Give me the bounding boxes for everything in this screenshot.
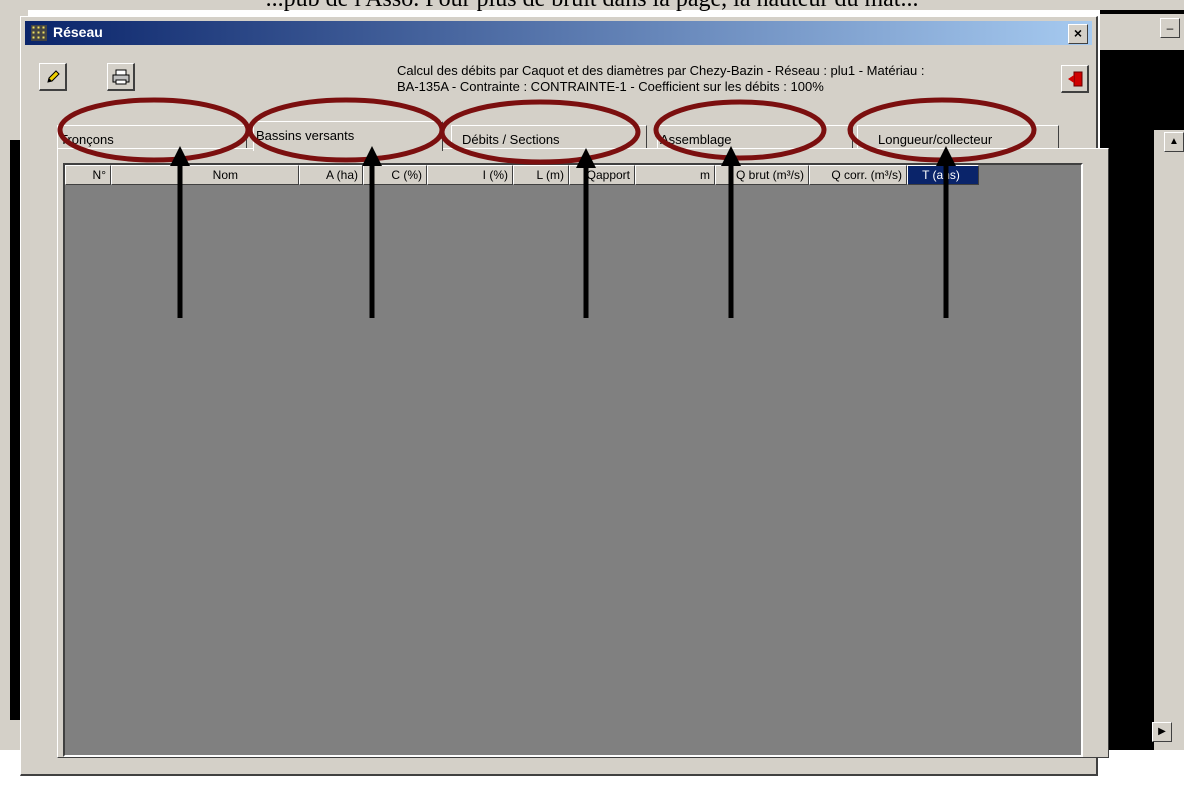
column-header[interactable]: Q corr. (m³/s) — [809, 165, 907, 185]
tab-label: Bassins versants — [256, 128, 355, 143]
app-grid-icon — [31, 25, 47, 41]
column-header[interactable]: Q brut (m³/s) — [715, 165, 809, 185]
tab-label: Assemblage — [660, 132, 732, 147]
window-title: Réseau — [53, 24, 103, 40]
tab-label: Tronçons — [60, 132, 114, 147]
calculation-info: Calcul des débits par Caquot et des diam… — [397, 63, 1057, 95]
column-header[interactable]: C (%) — [363, 165, 427, 185]
scroll-right-icon[interactable]: ▶ — [1152, 722, 1172, 742]
grid-header: N° Nom A (ha) C (%) I (%) L (m) Qapport … — [65, 165, 979, 185]
tab-troncons[interactable]: Tronçons — [57, 125, 247, 149]
tab-label: Longueur/collecteur — [878, 132, 993, 147]
tab-label: Débits / Sections — [462, 132, 560, 147]
column-header[interactable]: A (ha) — [299, 165, 363, 185]
column-header[interactable]: m — [635, 165, 715, 185]
column-header[interactable]: Nom — [111, 165, 299, 185]
tab-longueur-collecteur[interactable]: Longueur/collecteur — [857, 125, 1059, 149]
column-header[interactable]: N° — [65, 165, 111, 185]
tab-assemblage[interactable]: Assemblage — [657, 125, 853, 149]
info-line-1: Calcul des débits par Caquot et des diam… — [397, 63, 925, 78]
tab-debits-sections[interactable]: Débits / Sections — [451, 125, 647, 149]
column-header[interactable]: L (m) — [513, 165, 569, 185]
column-header[interactable]: Qapport — [569, 165, 635, 185]
info-line-2: BA-135A - Contrainte : CONTRAINTE-1 - Co… — [397, 79, 824, 94]
column-header-selected[interactable]: T (ans) — [907, 165, 979, 185]
background-scrollbar[interactable] — [1154, 130, 1184, 750]
reseau-window: Réseau × Calcul des débits par Caquot et… — [20, 16, 1109, 776]
data-grid[interactable]: N° Nom A (ha) C (%) I (%) L (m) Qapport … — [63, 163, 1083, 757]
column-header[interactable]: I (%) — [427, 165, 513, 185]
close-button[interactable]: × — [1068, 24, 1088, 44]
background-caption: ...pub de l'Asso. Pour plus de bruit dan… — [0, 0, 1184, 13]
print-button[interactable] — [107, 63, 135, 91]
minimize-icon[interactable]: ‒ — [1160, 18, 1180, 38]
printer-icon — [112, 69, 129, 85]
exit-door-icon — [1067, 71, 1082, 87]
title-bar[interactable]: Réseau × — [25, 21, 1092, 45]
exit-button[interactable] — [1061, 65, 1089, 93]
edit-button[interactable] — [39, 63, 67, 91]
pencil-icon — [46, 70, 60, 83]
tab-bassins-versants[interactable]: Bassins versants — [253, 121, 443, 151]
scroll-up-icon[interactable]: ▲ — [1164, 132, 1184, 152]
